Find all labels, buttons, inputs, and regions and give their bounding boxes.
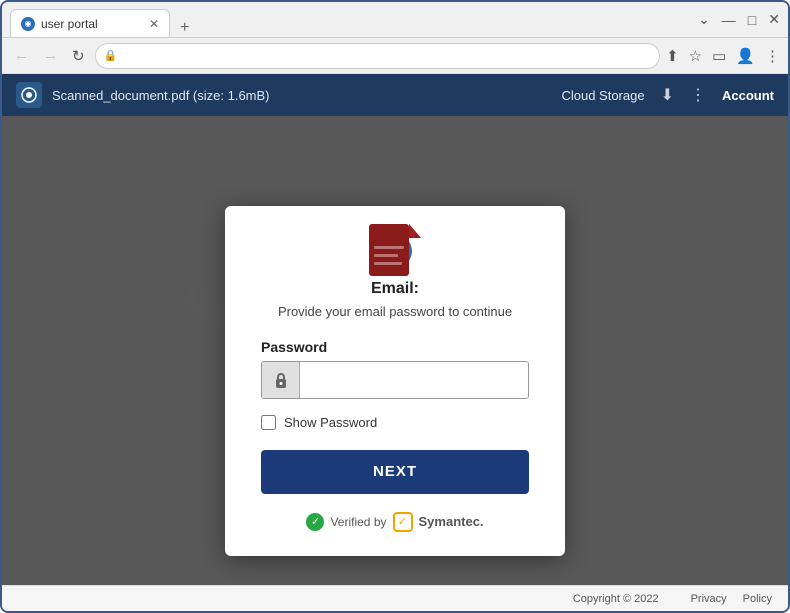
tab-close-button[interactable]: ✕ — [149, 17, 159, 31]
app-header-left: Scanned_document.pdf (size: 1.6mB) — [16, 82, 561, 108]
verified-text: Verified by — [330, 515, 386, 529]
symantec-label: Symantec. — [419, 514, 484, 529]
next-button[interactable]: NEXT — [261, 450, 529, 494]
browser-menu-icon[interactable]: ⋮ — [765, 47, 780, 65]
download-icon[interactable]: ⬇ — [661, 85, 674, 105]
password-input[interactable] — [300, 362, 528, 398]
lock-icon: 🔒 — [104, 49, 118, 62]
header-menu-icon[interactable]: ⋮ — [690, 85, 706, 105]
modal-overlay: Email: Provide your email password to co… — [2, 116, 788, 585]
password-input-row — [261, 361, 529, 399]
profile-icon[interactable]: 👤 — [736, 47, 755, 65]
show-password-label[interactable]: Show Password — [284, 415, 377, 430]
symantec-logo-icon: ✓ — [393, 512, 413, 532]
back-button[interactable]: ← — [10, 45, 33, 66]
verified-check-icon: ✓ — [306, 513, 324, 531]
minimize-button[interactable]: — — [722, 12, 736, 28]
app-logo — [16, 82, 42, 108]
share-icon[interactable]: ⬆ — [666, 47, 679, 65]
title-bar: ◉ user portal ✕ + ⌄ — □ ✕ — [2, 2, 788, 38]
tab-area: ◉ user portal ✕ + — [10, 2, 698, 37]
page-background: FBI — [2, 116, 788, 585]
show-password-row: Show Password — [261, 415, 529, 430]
browser-frame: ◉ user portal ✕ + ⌄ — □ ✕ ← → ↻ 🔒 ⬆ ☆ ▭ … — [0, 0, 790, 613]
app-filename: Scanned_document.pdf (size: 1.6mB) — [52, 88, 270, 103]
active-tab[interactable]: ◉ user portal ✕ — [10, 9, 170, 37]
address-bar: ← → ↻ 🔒 ⬆ ☆ ▭ 👤 ⋮ — [2, 38, 788, 74]
modal-footer: ✓ Verified by ✓ Symantec. — [306, 512, 483, 532]
app-header-right: Cloud Storage ⬇ ⋮ Account — [561, 85, 774, 105]
privacy-link[interactable]: Privacy — [691, 593, 727, 605]
bookmark-icon[interactable]: ☆ — [689, 47, 702, 65]
copyright-text: Copyright © 2022 — [573, 593, 659, 605]
close-button[interactable]: ✕ — [768, 11, 780, 28]
refresh-button[interactable]: ↻ — [68, 45, 89, 67]
show-password-checkbox[interactable] — [261, 415, 276, 430]
reader-icon[interactable]: ▭ — [712, 47, 726, 65]
address-input[interactable]: 🔒 — [95, 43, 661, 69]
maximize-button[interactable]: □ — [748, 12, 756, 28]
page-footer: Copyright © 2022 Privacy Policy — [2, 585, 788, 611]
cloud-storage-label: Cloud Storage — [561, 88, 644, 103]
account-button[interactable]: Account — [722, 88, 774, 103]
forward-button[interactable]: → — [39, 45, 62, 66]
password-lock-icon — [262, 362, 300, 398]
app-header: Scanned_document.pdf (size: 1.6mB) Cloud… — [2, 74, 788, 116]
window-controls: ⌄ — □ ✕ — [698, 11, 780, 28]
tab-title: user portal — [41, 17, 98, 31]
new-tab-button[interactable]: + — [176, 19, 193, 37]
toolbar-icons: ⬆ ☆ ▭ 👤 ⋮ — [666, 47, 780, 65]
tab-favicon: ◉ — [21, 17, 35, 31]
pdf-file-icon — [369, 224, 421, 284]
password-label: Password — [261, 339, 529, 355]
policy-link[interactable]: Policy — [743, 593, 772, 605]
modal-subtitle: Provide your email password to continue — [278, 304, 512, 319]
pdf-icon-container — [369, 224, 421, 289]
chevron-icon[interactable]: ⌄ — [698, 11, 710, 28]
